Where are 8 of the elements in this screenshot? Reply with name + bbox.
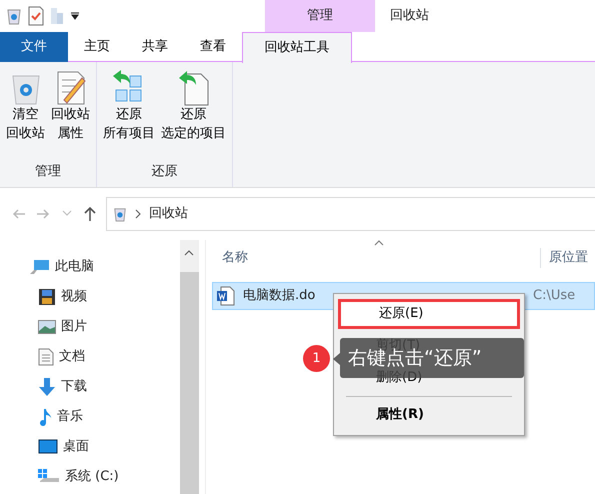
group-label: 还原: [150, 162, 178, 180]
address-path: 回收站: [149, 205, 188, 224]
context-tab-header: 管理: [265, 0, 375, 32]
step-number-badge: 1: [303, 345, 330, 372]
file-name: 电脑数据.do: [243, 287, 316, 306]
group-label: 管理: [34, 162, 62, 180]
file-location: C:\Use: [533, 287, 576, 306]
window-title: 回收站: [389, 7, 429, 26]
